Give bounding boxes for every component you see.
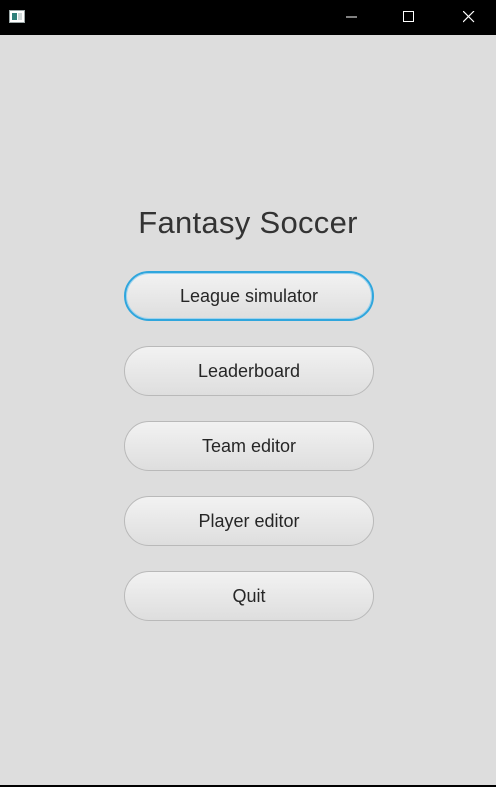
main-content: Fantasy Soccer League simulator Leaderbo… (0, 35, 496, 785)
app-window-icon[interactable] (9, 10, 25, 23)
leaderboard-button[interactable]: Leaderboard (124, 346, 374, 396)
maximize-button[interactable] (386, 0, 432, 35)
page-title: Fantasy Soccer (138, 205, 358, 240)
quit-button[interactable]: Quit (124, 571, 374, 621)
close-button[interactable] (446, 0, 492, 35)
team-editor-button[interactable]: Team editor (124, 421, 374, 471)
minimize-icon (346, 16, 357, 18)
close-icon (463, 11, 475, 23)
league-simulator-button[interactable]: League simulator (124, 271, 374, 321)
title-bar[interactable] (0, 0, 496, 35)
app-window: Fantasy Soccer League simulator Leaderbo… (0, 0, 496, 787)
maximize-icon (403, 11, 414, 22)
player-editor-button[interactable]: Player editor (124, 496, 374, 546)
minimize-button[interactable] (329, 0, 375, 35)
